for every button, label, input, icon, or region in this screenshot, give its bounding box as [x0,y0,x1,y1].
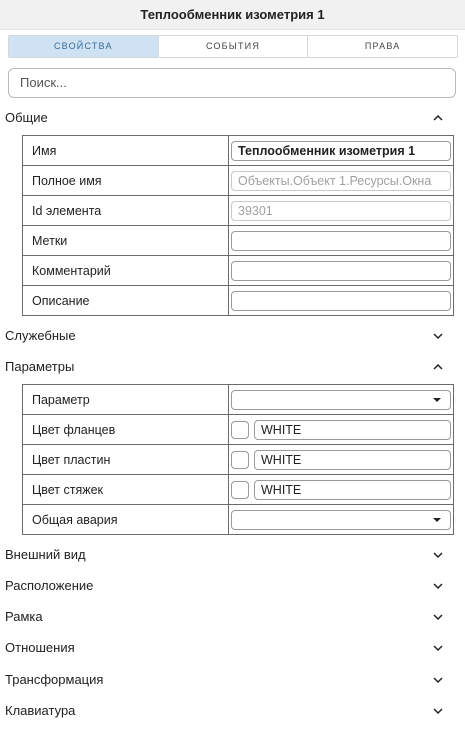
tab-events[interactable]: СОБЫТИЯ [159,36,309,57]
property-label: Комментарий [22,255,229,286]
table-row: Описание [22,285,454,316]
section-title: Параметры [5,359,75,374]
section-title: Общие [5,110,48,125]
section-frame-header[interactable]: Рамка [0,606,465,628]
section-relations-header[interactable]: Отношения [0,637,465,659]
chevron-down-icon [433,708,443,715]
search-input[interactable]: Поиск... [8,68,456,98]
tab-bar: СВОЙСТВА СОБЫТИЯ ПРАВА [8,35,458,58]
chevron-up-icon [433,363,443,370]
property-label: Цвет пластин [22,444,229,475]
tab-rights[interactable]: ПРАВА [308,36,457,57]
section-title: Отношения [5,640,75,655]
tie-color-field[interactable]: WHITE [254,479,451,500]
dropdown-arrow-icon [433,517,441,522]
section-title: Клавиатура [5,703,76,718]
property-label: Цвет стяжек [22,474,229,505]
property-label: Полное имя [22,165,229,196]
section-transform-header[interactable]: Трансформация [0,669,465,691]
section-service-header[interactable]: Служебные [0,325,465,347]
section-appearance-header[interactable]: Внешний вид [0,544,465,566]
table-row: Полное имя Объекты.Объект 1.Ресурсы.Окна [22,165,454,196]
description-field[interactable] [231,290,451,311]
table-row: Id элемента 39301 [22,195,454,226]
section-title: Служебные [5,328,76,343]
section-title: Внешний вид [5,547,86,562]
general-alarm-select[interactable] [231,509,451,530]
chevron-down-icon [433,614,443,621]
chevron-down-icon [433,583,443,590]
name-field[interactable]: Теплообменник изометрия 1 [231,140,451,161]
color-swatch[interactable] [231,450,249,469]
chevron-up-icon [433,114,443,121]
section-keyboard-header[interactable]: Клавиатура [0,700,465,722]
flange-color-field[interactable]: WHITE [254,419,451,440]
plate-color-field[interactable]: WHITE [254,449,451,470]
table-row: Цвет пластин WHITE [22,444,454,475]
section-title: Расположение [5,578,94,593]
table-row: Комментарий [22,255,454,286]
general-properties-table: Имя Теплообменник изометрия 1 Полное имя… [22,135,454,316]
color-swatch[interactable] [231,480,249,499]
table-row: Параметр [22,384,454,415]
chevron-down-icon [433,552,443,559]
table-row: Имя Теплообменник изометрия 1 [22,135,454,166]
section-title: Рамка [5,609,43,624]
tags-field[interactable] [231,230,451,251]
dropdown-arrow-icon [433,397,441,402]
table-row: Общая авария [22,504,454,535]
comment-field[interactable] [231,260,451,281]
section-params-header[interactable]: Параметры [0,356,465,378]
params-table: Параметр Цвет фланцев WHITE Цвет пластин… [22,384,454,535]
color-swatch[interactable] [231,420,249,439]
property-label: Метки [22,225,229,256]
window-title: Теплообменник изометрия 1 [0,0,465,30]
table-row: Цвет стяжек WHITE [22,474,454,505]
table-row: Метки [22,225,454,256]
section-general-header[interactable]: Общие [0,107,465,129]
table-row: Цвет фланцев WHITE [22,414,454,445]
section-title: Трансформация [5,672,104,687]
element-id-field: 39301 [231,200,451,221]
property-label: Параметр [22,384,229,415]
tab-properties[interactable]: СВОЙСТВА [9,36,159,57]
chevron-down-icon [433,333,443,340]
property-label: Цвет фланцев [22,414,229,445]
property-label: Описание [22,285,229,316]
property-label: Id элемента [22,195,229,226]
property-label: Имя [22,135,229,166]
chevron-down-icon [433,645,443,652]
section-position-header[interactable]: Расположение [0,575,465,597]
parameter-select[interactable] [231,389,451,410]
chevron-down-icon [433,677,443,684]
full-name-field: Объекты.Объект 1.Ресурсы.Окна [231,170,451,191]
property-label: Общая авария [22,504,229,535]
